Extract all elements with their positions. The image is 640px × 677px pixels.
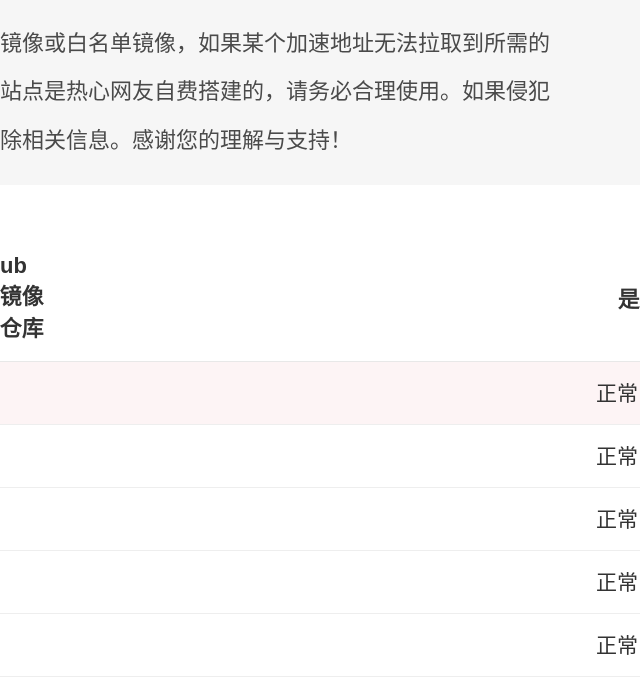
cell-status: 正常 bbox=[56, 614, 640, 677]
table-row: 正常 bbox=[0, 551, 640, 614]
cell-repo bbox=[0, 551, 56, 614]
cell-status: 正常 bbox=[56, 551, 640, 614]
notice-line-1: 镜像或白名单镜像，如果某个加速地址无法拉取到所需的 bbox=[0, 20, 640, 68]
cell-repo bbox=[0, 425, 56, 488]
table-row: 正常 bbox=[0, 425, 640, 488]
notice-line-2: 站点是热心网友自费搭建的，请务必合理使用。如果侵犯 bbox=[0, 68, 640, 116]
header-repo: ub 镜像仓库 bbox=[0, 235, 56, 362]
cell-repo bbox=[0, 614, 56, 677]
notice-line-3: 除相关信息。感谢您的理解与支持！ bbox=[0, 117, 640, 165]
mirror-table: ub 镜像仓库 是 正常 正常 正常 正常 正常 bbox=[0, 235, 640, 677]
cell-status: 正常 bbox=[56, 488, 640, 551]
header-status: 是 bbox=[56, 235, 640, 362]
cell-repo bbox=[0, 488, 56, 551]
cell-status: 正常 bbox=[56, 362, 640, 425]
mirror-table-container: ub 镜像仓库 是 正常 正常 正常 正常 正常 bbox=[0, 235, 640, 677]
cell-repo bbox=[0, 362, 56, 425]
table-header-row: ub 镜像仓库 是 bbox=[0, 235, 640, 362]
table-row: 正常 bbox=[0, 614, 640, 677]
cell-status: 正常 bbox=[56, 425, 640, 488]
table-row: 正常 bbox=[0, 488, 640, 551]
table-row: 正常 bbox=[0, 362, 640, 425]
notice-box: 镜像或白名单镜像，如果某个加速地址无法拉取到所需的 站点是热心网友自费搭建的，请… bbox=[0, 0, 640, 185]
